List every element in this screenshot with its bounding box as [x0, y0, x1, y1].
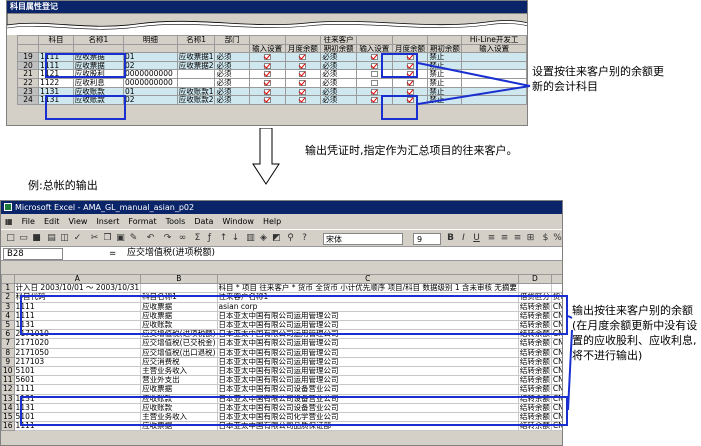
sheet-row: 1 计入日 2003/10/01 ～ 2003/10/31 科目 * 项目 往来客户… — [1, 283, 562, 294]
sheet-cell[interactable]: 计入日 2003/10/01 ～ 2003/10/31 — [13, 283, 142, 294]
callout-bottom: 输出按往来客户别的余额 (在月度余额更新中没有设置的应收股利、应收利息,将不进行… — [572, 304, 698, 362]
excel-callout-lines — [567, 315, 573, 411]
sheet-cell[interactable]: 科目 * 项目 往来客户 * 货币 全货币 小计优先顺序 项目/科目 数据级别 … — [216, 283, 519, 294]
